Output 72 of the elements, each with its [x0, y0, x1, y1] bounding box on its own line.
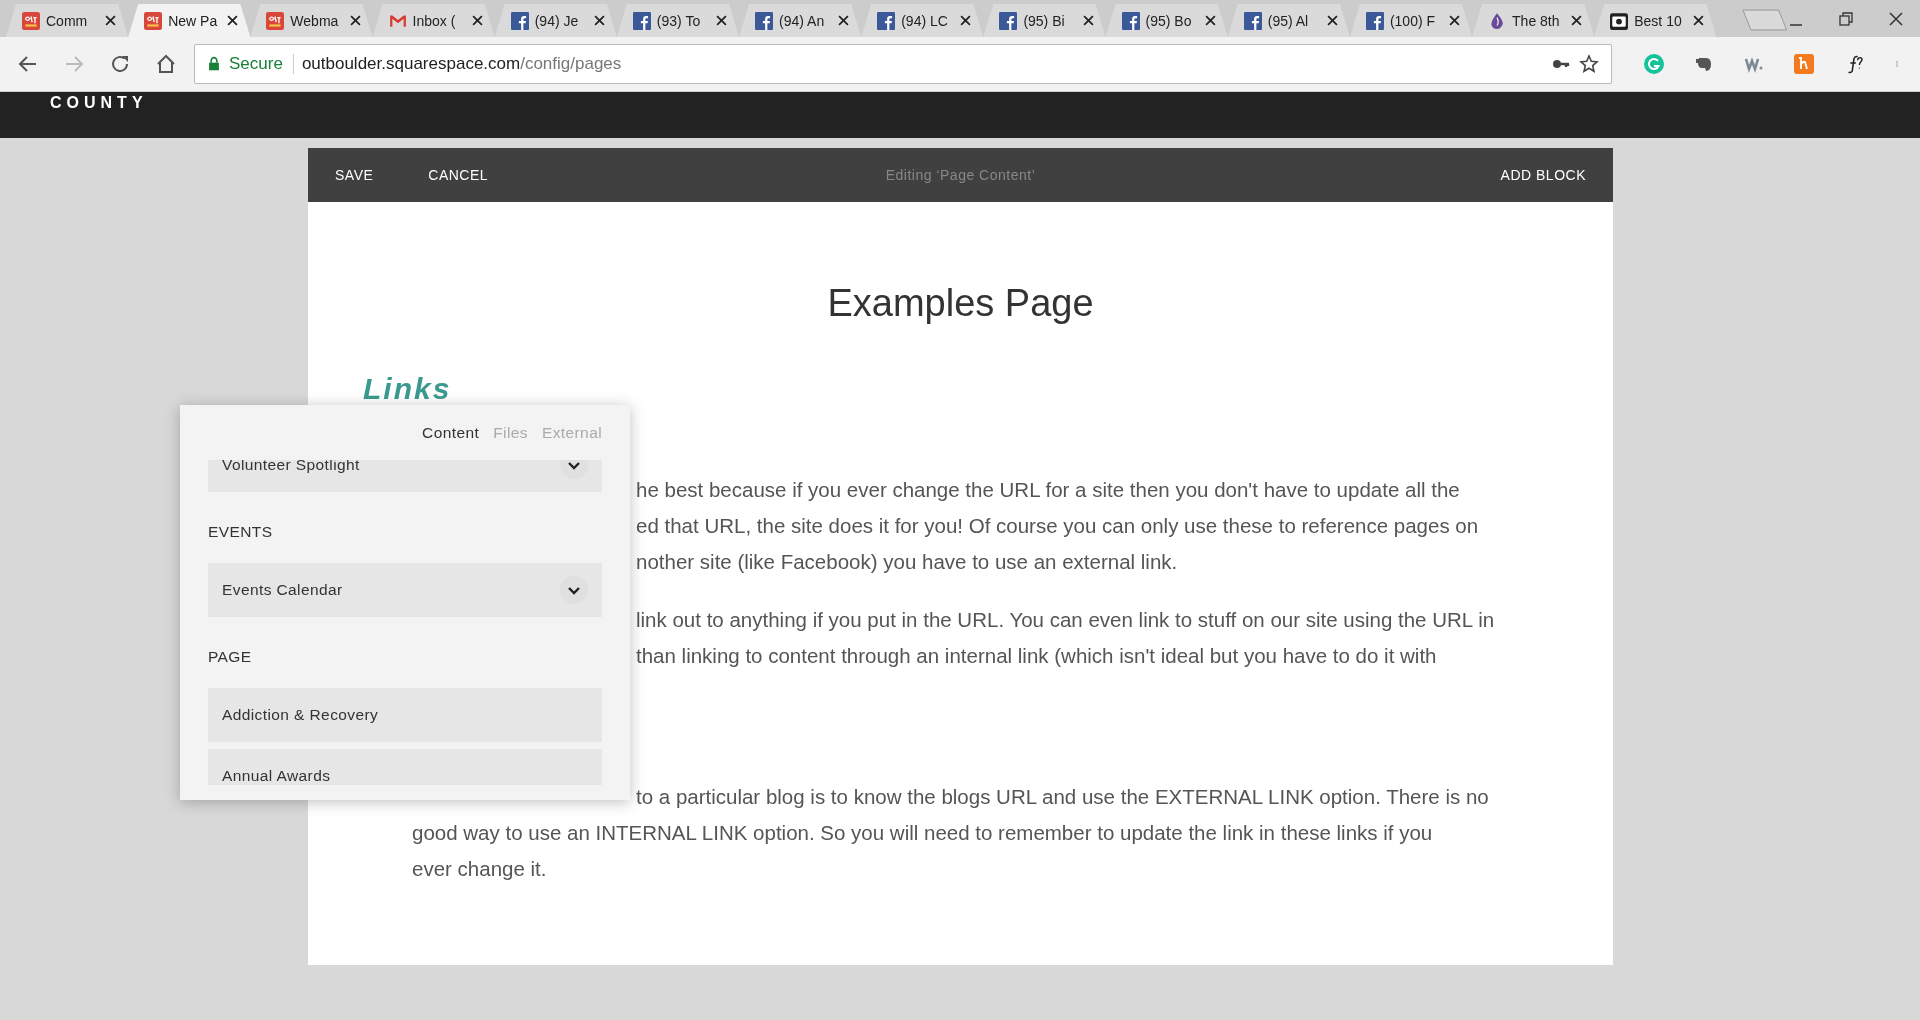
extension-icon[interactable] [1794, 54, 1814, 74]
facebook-icon [999, 11, 1018, 30]
facebook-icon [1243, 11, 1262, 30]
page-list-item[interactable]: Events Calendar [208, 563, 602, 617]
close-icon[interactable] [1693, 15, 1705, 26]
paragraph-line: he best because if you ever change the URL for a site then you don't have to update all the [636, 477, 1460, 503]
reload-icon[interactable] [109, 53, 131, 75]
add-block-button[interactable]: ADD BLOCK [1500, 161, 1586, 189]
site-brand: COUNTY [50, 94, 148, 112]
browser-tab[interactable]: (100) F [1349, 4, 1473, 37]
paragraph-line: nother site (like Facebook) you have to use an external link. [636, 549, 1178, 575]
page-list-item[interactable]: Addiction & Recovery [208, 688, 602, 742]
facebook-icon [510, 11, 529, 30]
section-heading: Links [363, 374, 453, 404]
site-logo-icon [22, 11, 40, 30]
url-text: outboulder.squarespace.com/config/pages [301, 54, 622, 74]
browser-tab[interactable]: Webma [250, 4, 373, 37]
facebook-icon [632, 11, 651, 30]
browser-tab[interactable]: Comm [6, 4, 129, 37]
close-icon[interactable] [1082, 15, 1094, 26]
cancel-button[interactable]: CANCEL [428, 161, 489, 189]
browser-tab[interactable]: New Pa [128, 4, 251, 37]
restore-icon[interactable] [1838, 11, 1854, 27]
close-icon[interactable] [349, 15, 361, 26]
paragraph-line: to a particular blog is to know the blogs URL and use the EXTERNAL LINK option. There is no [636, 784, 1489, 810]
browser-tab[interactable]: (95) Bo [1105, 4, 1228, 37]
page-title: Examples Page [826, 284, 1095, 322]
lock-icon [207, 56, 221, 72]
close-icon[interactable] [471, 15, 483, 26]
browser-tab[interactable]: (94) Je [494, 4, 617, 37]
close-icon[interactable] [227, 15, 239, 26]
facebook-icon [877, 11, 896, 30]
star-icon[interactable] [1579, 54, 1599, 74]
browser-tab[interactable]: (95) Al [1227, 4, 1350, 37]
home-icon[interactable] [155, 53, 177, 75]
paragraph-line: good way to use an INTERNAL LINK option. So you will need to remember to update the link in these links if you [412, 820, 1433, 846]
site-logo-icon [266, 11, 285, 30]
close-icon[interactable] [105, 15, 117, 26]
close-icon[interactable] [1204, 15, 1216, 26]
browser-tab[interactable]: The 8th [1472, 4, 1595, 37]
address-bar[interactable]: Secure outboulder.squarespace.com/config/pages [194, 44, 1612, 84]
save-button[interactable]: SAVE [335, 161, 374, 189]
group-heading: PAGE [208, 648, 252, 665]
browser-tab[interactable]: (95) Bi [983, 4, 1106, 37]
close-icon[interactable] [1571, 15, 1583, 26]
facebook-icon [755, 11, 774, 30]
picker-tab[interactable]: Content [422, 421, 480, 444]
camera-icon [1610, 11, 1629, 30]
close-icon[interactable] [1326, 15, 1338, 26]
page-list-item[interactable]: Annual Awards [208, 749, 602, 785]
close-icon[interactable] [960, 15, 972, 26]
browser-tab[interactable]: Best 10 [1594, 4, 1717, 37]
paragraph-line: ever change it. [412, 856, 547, 882]
facebook-icon [1365, 11, 1384, 30]
close-icon[interactable] [1449, 15, 1461, 26]
paragraph-line: link out to anything if you put in the URL. You can even link to stuff on our site using the URL in [636, 607, 1495, 633]
browser-tab[interactable]: (94) An [739, 4, 862, 37]
browser-tab[interactable]: (93) To [616, 4, 740, 37]
close-icon[interactable] [593, 15, 605, 26]
chevron-icon[interactable] [560, 576, 588, 604]
facebook-icon [1121, 11, 1140, 30]
browser-tab[interactable]: (94) LC [861, 4, 984, 37]
site-logo-icon [144, 11, 163, 30]
secure-label: Secure [229, 54, 283, 74]
close-icon[interactable] [716, 15, 728, 26]
browser-tab[interactable]: Inbox ( [372, 4, 495, 37]
close-window-icon[interactable] [1888, 11, 1904, 27]
editing-status: Editing ‘Page Content’ [885, 167, 1036, 183]
paragraph-line: than linking to content through an internal link (which isn't ideal but you have to do it with [636, 643, 1437, 669]
group-heading: EVENTS [208, 523, 273, 540]
paragraph-line: ed that URL, the site does it for you! Of course you can only use these to reference pages on [636, 513, 1479, 539]
close-icon[interactable] [838, 15, 850, 26]
